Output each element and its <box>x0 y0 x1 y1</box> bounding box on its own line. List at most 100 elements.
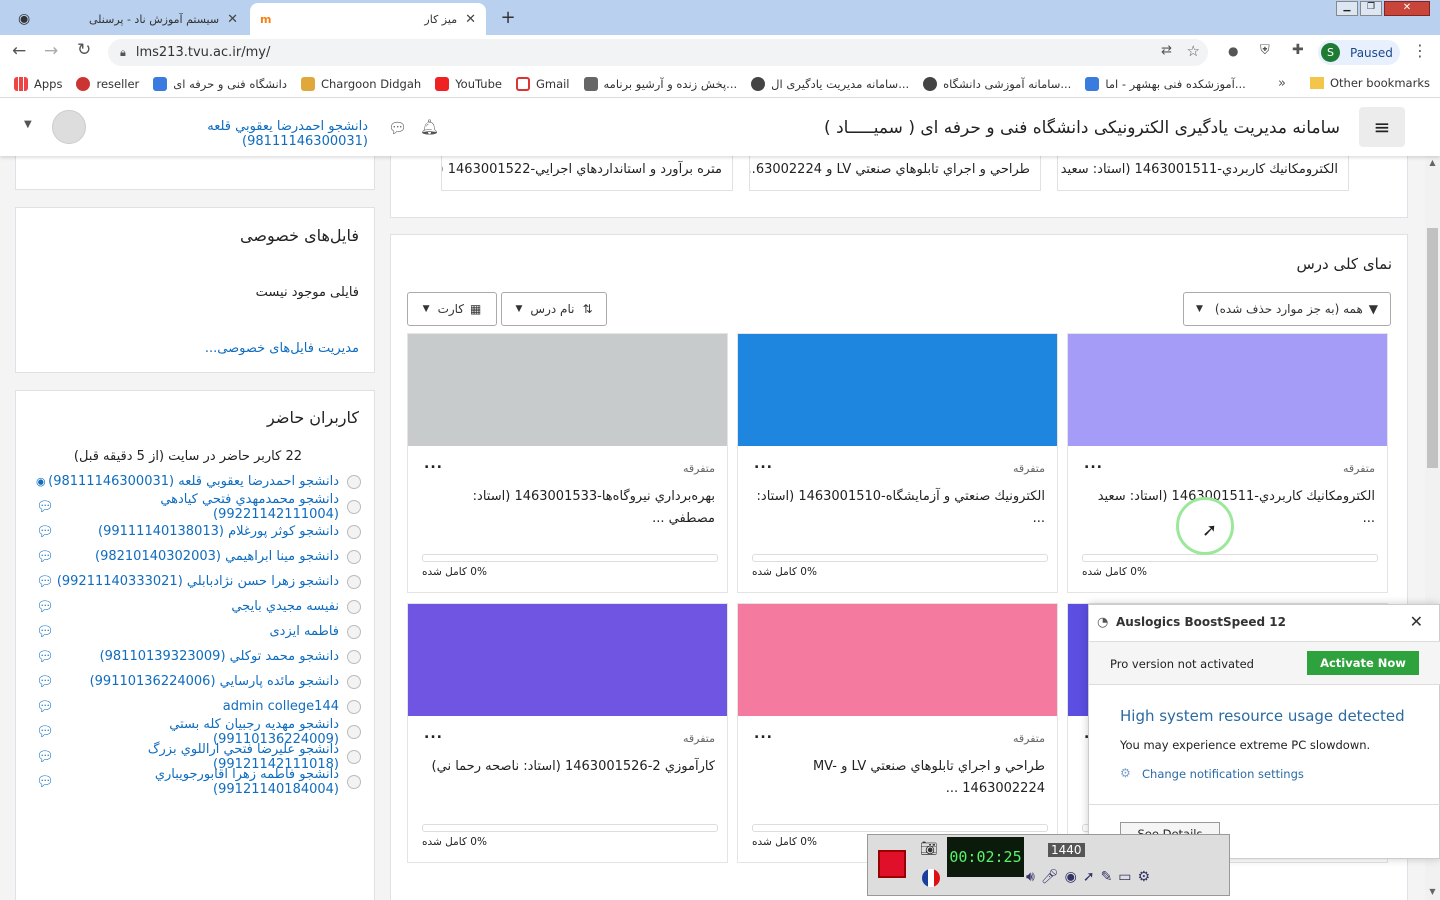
forward-button[interactable]: → <box>44 41 58 61</box>
new-tab-button[interactable]: + <box>496 7 520 29</box>
bookmarks-overflow[interactable]: » <box>1278 76 1286 91</box>
tab-dashboard[interactable]: m میز کار ✕ <box>250 3 486 35</box>
chat-icon[interactable]: 💬︎ <box>36 524 54 540</box>
recent-course-card[interactable]: الكترومكانيك كاربردي-1463001511 (استاد: … <box>1057 156 1349 191</box>
cursor-icon[interactable]: ➚ <box>1083 869 1095 893</box>
webcam-icon[interactable]: ◉ <box>1065 869 1077 893</box>
chevron-down-icon[interactable]: ▼ <box>24 119 32 130</box>
window-close-button[interactable]: ✕ <box>1384 1 1430 16</box>
bookmark-youtube[interactable]: YouTube <box>435 76 502 91</box>
chat-icon[interactable]: 💬︎ <box>36 649 54 665</box>
bookmark-apps[interactable]: Apps <box>14 76 62 91</box>
manage-files-link[interactable]: مدیریت فایل‌های خصوصی... <box>205 341 359 356</box>
camera-icon[interactable]: 📷︎ <box>920 841 938 857</box>
notification-settings-link[interactable]: Change notification settings <box>1142 767 1304 781</box>
chat-icon[interactable]: 💬︎ <box>36 624 54 640</box>
course-card[interactable]: متفرقه... بهره‌برداري نيروگاه‌ها-14630015… <box>407 333 728 593</box>
menu-icon[interactable]: ⋮ <box>1412 41 1428 60</box>
pen-icon[interactable]: ✎ <box>1101 869 1113 893</box>
extension-icon[interactable]: ● <box>1228 44 1238 58</box>
eye-icon[interactable]: ◉ <box>36 475 46 488</box>
chat-icon[interactable]: 💬︎ <box>36 749 54 765</box>
reload-button[interactable]: ↻ <box>77 40 91 60</box>
course-menu-icon[interactable]: ... <box>754 726 773 742</box>
online-user-name[interactable]: دانشجو فاطمه زهرا اقابورجويباري (9912114… <box>54 767 339 797</box>
avatar[interactable] <box>52 110 86 144</box>
shield-icon[interactable]: ⛨ <box>1260 43 1270 58</box>
bookmark-chargoon[interactable]: Chargoon Didgah <box>300 76 421 91</box>
bookmark-live[interactable]: پخش زنده و آرشیو برنامه... <box>583 76 737 91</box>
recent-course-card[interactable]: طراحي و اجراي تابلوهاي صنعتي LV و 630022… <box>749 156 1041 191</box>
speaker-icon[interactable]: 🔊︎ <box>1026 869 1035 893</box>
bookmark-reseller[interactable]: reseller <box>76 76 139 91</box>
course-name[interactable]: الكترونيك صنعتي و آزمايشگاه-1463001510 (… <box>755 486 1045 530</box>
chat-icon[interactable]: 💬︎ <box>36 674 54 690</box>
course-menu-icon[interactable]: ... <box>754 456 773 472</box>
course-menu-icon[interactable]: ... <box>424 726 443 742</box>
filter-dropdown[interactable]: ▼ همه (به جز موارد حذف شده) ▼ <box>1183 292 1391 326</box>
bookmark-gmail[interactable]: Gmail <box>515 76 570 91</box>
online-user-name[interactable]: نفيسه مجيدي بايجي <box>231 599 339 614</box>
chat-icon[interactable]: 💬︎ <box>36 774 54 790</box>
close-icon[interactable]: ✕ <box>465 12 476 27</box>
course-name[interactable]: كارآموزي 2-1463001526 (استاد: ناصحه رحما… <box>425 756 715 778</box>
user-name[interactable]: دانشجو احمدرضا يعقوبي قلعه (981111463000… <box>86 119 368 149</box>
course-image[interactable] <box>408 334 727 446</box>
record-button[interactable] <box>878 850 906 878</box>
chat-icon[interactable]: 💬︎ <box>36 549 54 565</box>
online-user-name[interactable]: دانشجو محمد توكلي (98110139323009) <box>100 649 339 664</box>
course-card[interactable]: متفرقه... الكترونيك صنعتي و آزمايشگاه-146… <box>737 333 1058 593</box>
hamburger-menu-icon[interactable]: ≡ <box>1359 107 1405 147</box>
course-image[interactable] <box>408 604 727 716</box>
bookmark-tvu[interactable]: دانشگاه فنی و حرفه ای <box>153 76 287 91</box>
chat-icon[interactable]: 💬︎ <box>388 119 407 137</box>
course-image[interactable] <box>738 334 1057 446</box>
bookmark-edu[interactable]: سامانه آموزشی دانشگاه... <box>923 76 1071 91</box>
chat-icon[interactable]: 💬︎ <box>36 499 54 515</box>
course-image[interactable] <box>1068 334 1387 446</box>
scrollbar-thumb[interactable] <box>1427 228 1438 468</box>
scroll-up-icon[interactable]: ▲ <box>1425 158 1440 167</box>
online-user-name[interactable]: دانشجو کوثر پورغلام (99111140138013) <box>98 524 339 539</box>
course-image[interactable] <box>738 604 1057 716</box>
star-icon[interactable]: ☆ <box>1187 42 1200 60</box>
back-button[interactable]: ← <box>12 41 26 61</box>
translate-icon[interactable]: ⇄ <box>1161 43 1172 58</box>
folder-icon[interactable]: ▭ <box>1118 869 1131 893</box>
course-menu-icon[interactable]: ... <box>1084 456 1103 472</box>
puzzle-icon[interactable]: ✚ <box>1292 42 1304 58</box>
online-user-name[interactable]: فاطمه ايزدی <box>269 624 339 639</box>
online-user-name[interactable]: دانشجو احمدرضا يعقوبي قلعه (981111463000… <box>48 474 339 489</box>
course-name[interactable]: بهره‌برداري نيروگاه‌ها-1463001533 (استاد… <box>425 486 715 530</box>
view-dropdown[interactable]: ▦ کارت ▼ <box>407 292 497 326</box>
online-user-name[interactable]: دانشجو محمدمهدي فتحي كيادهي (99221142111… <box>54 492 339 522</box>
recent-course-card[interactable]: متره برآورد و استانداردهاي اجرايي-146300… <box>441 156 733 191</box>
gear-icon[interactable]: ⚙ <box>1138 869 1151 893</box>
sort-dropdown[interactable]: ⇅ نام درس ▼ <box>501 292 607 326</box>
chat-icon[interactable]: 💬︎ <box>36 724 54 740</box>
course-name[interactable]: طراحي و اجراي تابلوهاي صنعتي LV و MV- 14… <box>755 756 1045 800</box>
bookmark-behshahr[interactable]: آموزشکده فنی بهشهر - اما... <box>1085 76 1246 91</box>
chat-icon[interactable]: 💬︎ <box>36 599 54 615</box>
activate-now-button[interactable]: Activate Now <box>1307 651 1419 675</box>
maximize-button[interactable]: ❐ <box>1360 1 1382 16</box>
online-user-name[interactable]: دانشجو مينا ابراهيمي (98210140302003) <box>95 549 339 564</box>
course-card[interactable]: متفرقه... كارآموزي 2-1463001526 (استاد: ن… <box>407 603 728 863</box>
chat-icon[interactable]: 💬︎ <box>36 699 54 715</box>
address-bar[interactable]: 🔒︎ lms213.tvu.ac.ir/my/ ⇄ ☆ <box>108 39 1208 66</box>
close-icon[interactable]: ✕ <box>227 12 238 27</box>
microphone-icon[interactable]: 🎤︎ <box>1041 869 1059 893</box>
bookmark-lms[interactable]: سامانه مدیریت یادگیری ال... <box>751 76 909 91</box>
course-menu-icon[interactable]: ... <box>424 456 443 472</box>
close-icon[interactable]: ✕ <box>1410 612 1423 631</box>
online-user-name[interactable]: دانشجو مائده پارسايي (99110136224006) <box>90 674 339 689</box>
other-bookmarks[interactable]: Other bookmarks <box>1310 76 1430 90</box>
minimize-button[interactable]: ▁ <box>1336 1 1358 16</box>
chat-icon[interactable]: 💬︎ <box>36 574 54 590</box>
online-user-name[interactable]: admin college144 <box>223 699 339 714</box>
course-card[interactable]: متفرقه... طراحي و اجراي تابلوهاي صنعتي LV… <box>737 603 1058 863</box>
scroll-down-icon[interactable]: ▼ <box>1425 887 1440 896</box>
profile-button[interactable]: S Paused <box>1318 40 1400 65</box>
flag-icon[interactable] <box>922 869 940 887</box>
tab-nad[interactable]: ◉ سیستم آموزش ناد - پرسنلی ✕ <box>8 3 248 35</box>
